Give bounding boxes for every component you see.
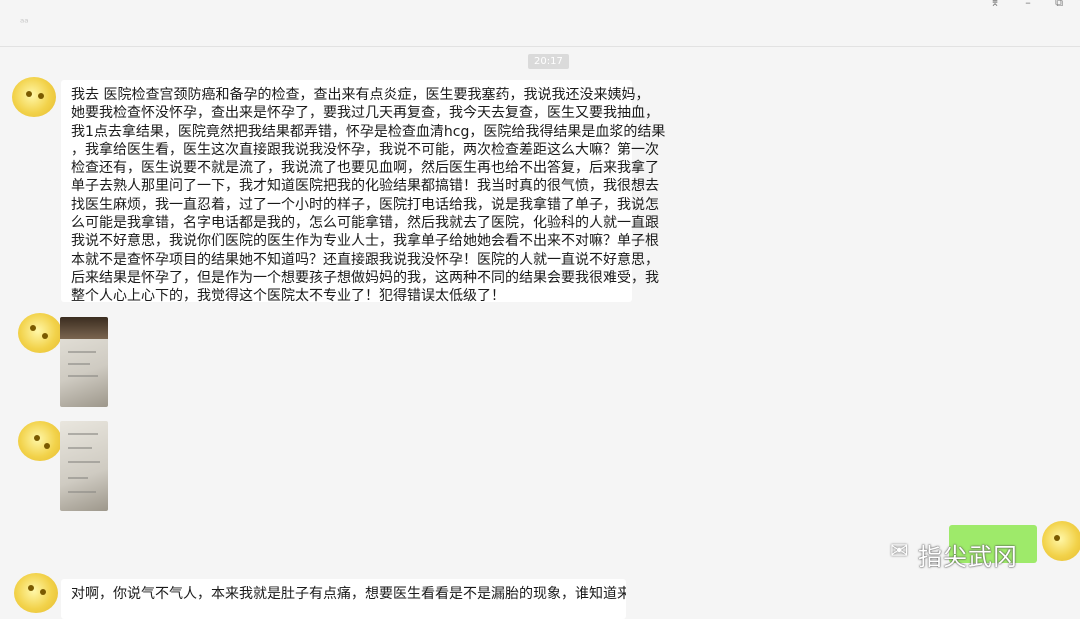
- message-line: 后来结果是怀孕了，但是作为一个想要孩子想做妈妈的我，这两种不同的结果会要我很难受…: [71, 269, 659, 286]
- message-bubble-text[interactable]: 对啊，你说气不气人，本来我就是肚子有点痛，想要医生看看是不是漏胎的现象，谁知道来…: [61, 579, 626, 619]
- message-image-thumbnail[interactable]: [60, 421, 108, 511]
- sender-avatar[interactable]: [18, 421, 62, 461]
- chat-area[interactable]: 20:17 我去 医院检查宫颈防癌和备孕的检查，查出来有点炎症，医生要我塞药，我…: [0, 47, 1080, 619]
- message-line: 本就不是查怀孕项目的结果她不知道吗？还直接跟我说我没怀孕！医院的人就一直说不好意…: [71, 251, 659, 268]
- message-bubble-text[interactable]: 我去 医院检查宫颈防癌和备孕的检查，查出来有点炎症，医生要我塞药，我说我还没来姨…: [61, 80, 666, 305]
- self-avatar[interactable]: [1042, 521, 1080, 561]
- maximize-icon[interactable]: ⧉: [1052, 0, 1066, 10]
- wechat-official-icon: ✉: [890, 539, 909, 564]
- message-line: 整个人心上心下的，我觉得这个医院太不专业了！犯得错误太低级了！: [71, 288, 505, 305]
- message-line: 她要我检查怀没怀孕，查出来是怀孕了，要我过几天再复查，我今天去复查，医生又要我抽…: [71, 105, 659, 122]
- message-line: 单子去熟人那里问了一下，我才知道医院把我的化验结果都搞错！我当时真的很气愤，我很…: [71, 178, 659, 195]
- sender-avatar[interactable]: [14, 573, 58, 613]
- pin-icon[interactable]: ⌆: [988, 0, 1002, 9]
- message-image-thumbnail[interactable]: [60, 317, 108, 407]
- message-line: ，我拿给医生看，医生这次直接跟我说我没怀孕，我说不可能，两次检查差距这么大嘛？第…: [71, 141, 659, 158]
- contact-name: ᵃᵃ: [20, 16, 29, 29]
- message-line: 检查还有，医生说要不就是流了，我说流了也要见血啊，然后医生再也给不出答复，后来我…: [71, 160, 659, 177]
- minimize-icon[interactable]: –: [1021, 0, 1035, 9]
- message-line: 我1点去拿结果，医院竟然把我结果都弄错，怀孕是检查血清hcg，医院给我得结果是血…: [71, 123, 666, 140]
- title-bar: ᵃᵃ ⌆ – ⧉: [0, 0, 1080, 47]
- sender-avatar[interactable]: [18, 313, 62, 353]
- watermark-text: 指尖武冈: [918, 543, 1018, 571]
- message-line: 找医生麻烦，我一直忍着，过了一个小时的样子，医院打电话给我，说是我拿错了单子，我…: [71, 196, 659, 213]
- message-line: 我去 医院检查宫颈防癌和备孕的检查，查出来有点炎症，医生要我塞药，我说我还没来姨…: [71, 87, 650, 103]
- sender-avatar[interactable]: [12, 77, 56, 117]
- message-line: 对啊，你说气不气人，本来我就是肚子有点痛，想要医生看看是不是漏胎的现象，谁知道来…: [71, 586, 626, 602]
- message-line: 么可能是我拿错，名字电话都是我的，怎么可能拿错，然后我就去了医院，化验科的人就一…: [71, 215, 659, 232]
- message-timestamp: 20:17: [528, 54, 569, 69]
- message-line: 我说不好意思，我说你们医院的医生作为专业人士，我拿单子给她她会看不出来不对嘛？单…: [71, 233, 659, 250]
